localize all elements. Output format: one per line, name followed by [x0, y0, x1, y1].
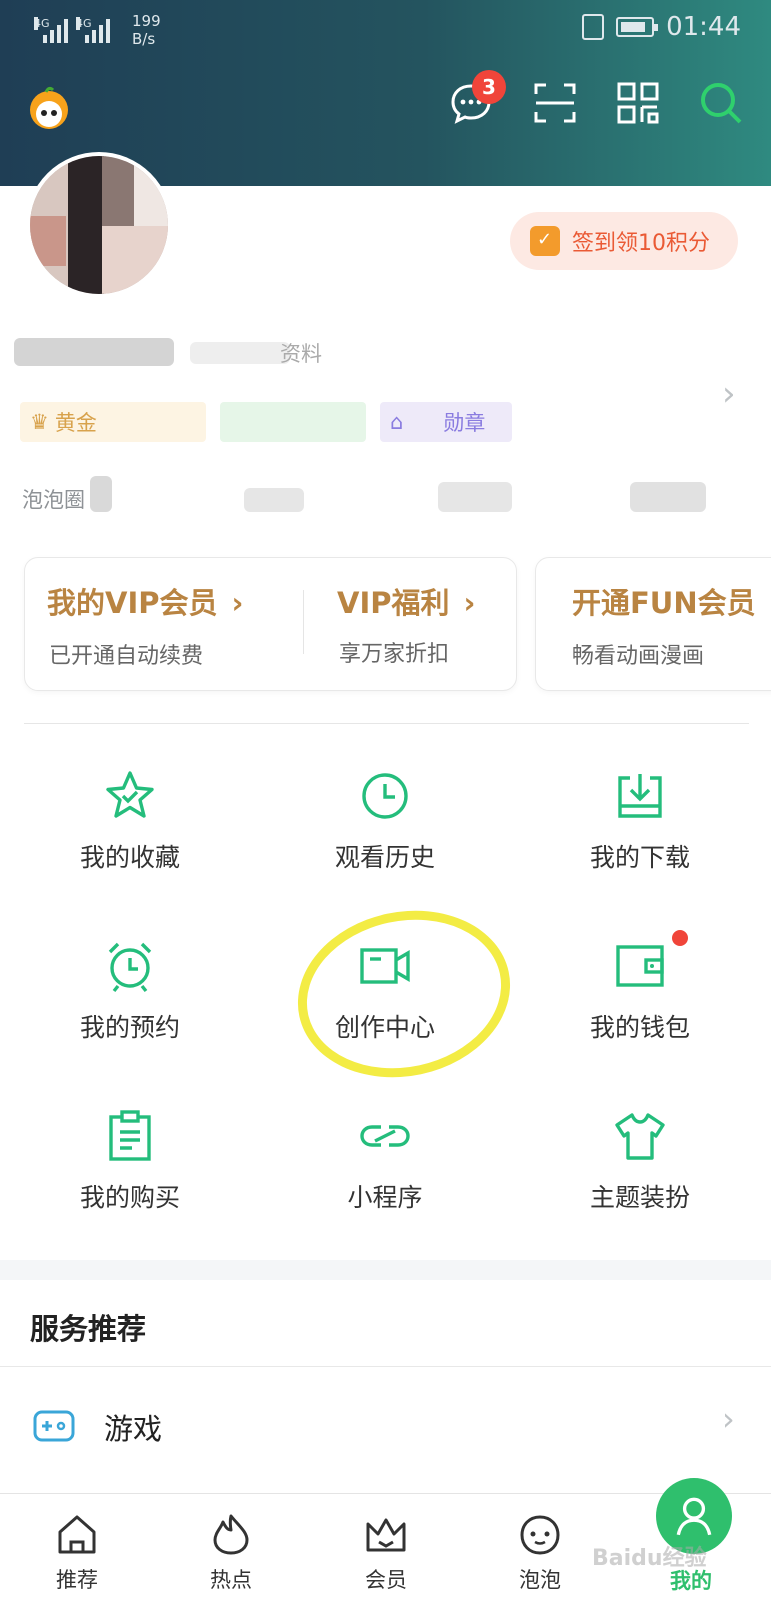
chevron-right-icon: › [722, 1400, 735, 1438]
stat-blur [630, 482, 706, 512]
nav-item-bubble[interactable]: 泡泡 [480, 1494, 600, 1600]
signal-icon: 4G [34, 17, 68, 43]
stat-blur [438, 482, 512, 512]
stat-blur [90, 476, 112, 512]
vibrate-icon [582, 14, 605, 40]
vip-benefits-link[interactable]: VIP福利 › [337, 580, 475, 622]
vip-benefits-sub: 享万家折扣 [339, 642, 450, 667]
chevron-right-icon: › [231, 586, 244, 620]
vip-card: 我的VIP会员 › 已开通自动续费 VIP福利 › 享万家折扣 [24, 557, 517, 691]
star-icon [106, 771, 154, 818]
service-item-label: 游戏 [104, 1412, 163, 1446]
wallet-icon [616, 945, 664, 987]
calendar-check-icon [530, 226, 560, 256]
grid-item-reservations[interactable]: 我的预约 [30, 938, 230, 1068]
bubble-face-icon [520, 1515, 560, 1555]
grid-item-history[interactable]: 观看历史 [285, 768, 485, 898]
medal-icon: ⌂ [390, 410, 404, 434]
nav-label: 推荐 [56, 1568, 98, 1592]
home-icon [58, 1515, 96, 1554]
nav-label: 会员 [365, 1568, 407, 1592]
vip-status: 已开通自动续费 [49, 644, 204, 669]
battery-icon [616, 17, 659, 37]
nickname-row[interactable]: 资料 [14, 332, 366, 372]
grid-item-favorites[interactable]: 我的收藏 [30, 768, 230, 898]
clipboard-icon [109, 1110, 151, 1161]
search-icon[interactable] [698, 80, 744, 126]
nav-label: 泡泡 [519, 1568, 561, 1592]
crown-icon: ♛ [30, 410, 49, 434]
signin-label: 签到领10积分 [572, 231, 710, 256]
fun-vip-card[interactable]: 开通FUN会员 畅看动画漫画 [535, 557, 771, 691]
tshirt-icon [615, 1113, 665, 1160]
grid-item-themes[interactable]: 主题装扮 [540, 1108, 740, 1238]
clock-icon [362, 773, 408, 819]
chevron-right-icon: › [463, 586, 476, 620]
status-bar: 4G 4G 199 B/s 01:44 [0, 0, 771, 60]
medal-tag[interactable]: ⌂ 勋章 [380, 402, 512, 442]
bubble-row[interactable]: 泡泡圈 [22, 484, 85, 514]
avatar[interactable] [26, 152, 172, 298]
profile-icon [676, 1497, 712, 1536]
fun-vip-sub: 畅看动画漫画 [572, 644, 705, 669]
stat-blur [244, 488, 304, 512]
nav-label: 热点 [210, 1568, 252, 1592]
service-item-games[interactable]: 游戏 › [0, 1388, 771, 1468]
section-separator [0, 1260, 771, 1280]
alarm-icon [108, 942, 152, 993]
grid-item-wallet[interactable]: 我的钱包 [540, 938, 740, 1068]
crown-icon [366, 1518, 406, 1552]
divider [24, 723, 749, 724]
grid-item-label: 我的下载 [589, 843, 690, 872]
grid-item-purchases[interactable]: 我的购买 [30, 1108, 230, 1238]
level-tag[interactable]: ♛ 黄金 [20, 402, 206, 442]
grid-item-label: 我的预约 [79, 1013, 180, 1042]
scan-icon[interactable] [532, 80, 578, 126]
watermark: Baidu经验 [592, 1546, 707, 1571]
grid-item-downloads[interactable]: 我的下载 [540, 768, 740, 898]
flame-icon [213, 1514, 249, 1555]
app-logo-icon[interactable] [26, 84, 72, 130]
services-title: 服务推荐 [30, 1312, 147, 1346]
grid-item-label: 我的购买 [79, 1183, 180, 1212]
level-tag-label: 黄金 [54, 411, 97, 435]
grid-item-label: 我的钱包 [589, 1013, 690, 1042]
nav-item-recommend[interactable]: 推荐 [17, 1494, 137, 1600]
grid-item-label: 我的收藏 [79, 843, 180, 872]
nickname-text: 资料 [280, 342, 322, 366]
profile-page: 4G 4G 199 B/s 01:44 3 ✓ 签到领10积分 资料 ♛ 黄金 … [0, 0, 771, 1600]
green-tag[interactable] [220, 402, 366, 442]
gamepad-icon [33, 1410, 75, 1442]
grid-item-label: 小程序 [347, 1183, 423, 1212]
link-icon [360, 1125, 410, 1147]
status-right: 01:44 [582, 12, 741, 42]
chevron-right-icon[interactable]: › [722, 374, 736, 414]
medal-tag-label: 勋章 [443, 411, 486, 435]
nav-item-vip[interactable]: 会员 [326, 1494, 446, 1600]
signin-button[interactable]: 签到领10积分 [510, 212, 738, 270]
status-left: 4G 4G 199 B/s [34, 12, 161, 48]
divider [0, 1366, 771, 1367]
divider [303, 590, 304, 654]
message-badge: 3 [472, 70, 506, 104]
grid-item-label: 观看历史 [334, 843, 435, 872]
download-icon [618, 774, 662, 818]
my-vip-link[interactable]: 我的VIP会员 › [47, 580, 243, 622]
notification-dot [672, 930, 688, 946]
qrcode-icon[interactable] [615, 80, 661, 126]
network-speed: 199 B/s [132, 12, 161, 48]
grid-item-label: 主题装扮 [589, 1183, 690, 1212]
tag-row: ♛ 黄金 ⌂ 勋章 [20, 402, 512, 442]
nav-item-hot[interactable]: 热点 [171, 1494, 291, 1600]
signal-icon: 4G [76, 17, 110, 43]
fun-vip-title: 开通FUN会员 [572, 586, 756, 620]
clock: 01:44 [666, 12, 741, 42]
bubble-label: 泡泡圈 [22, 488, 85, 512]
grid-item-mini-programs[interactable]: 小程序 [285, 1108, 485, 1238]
